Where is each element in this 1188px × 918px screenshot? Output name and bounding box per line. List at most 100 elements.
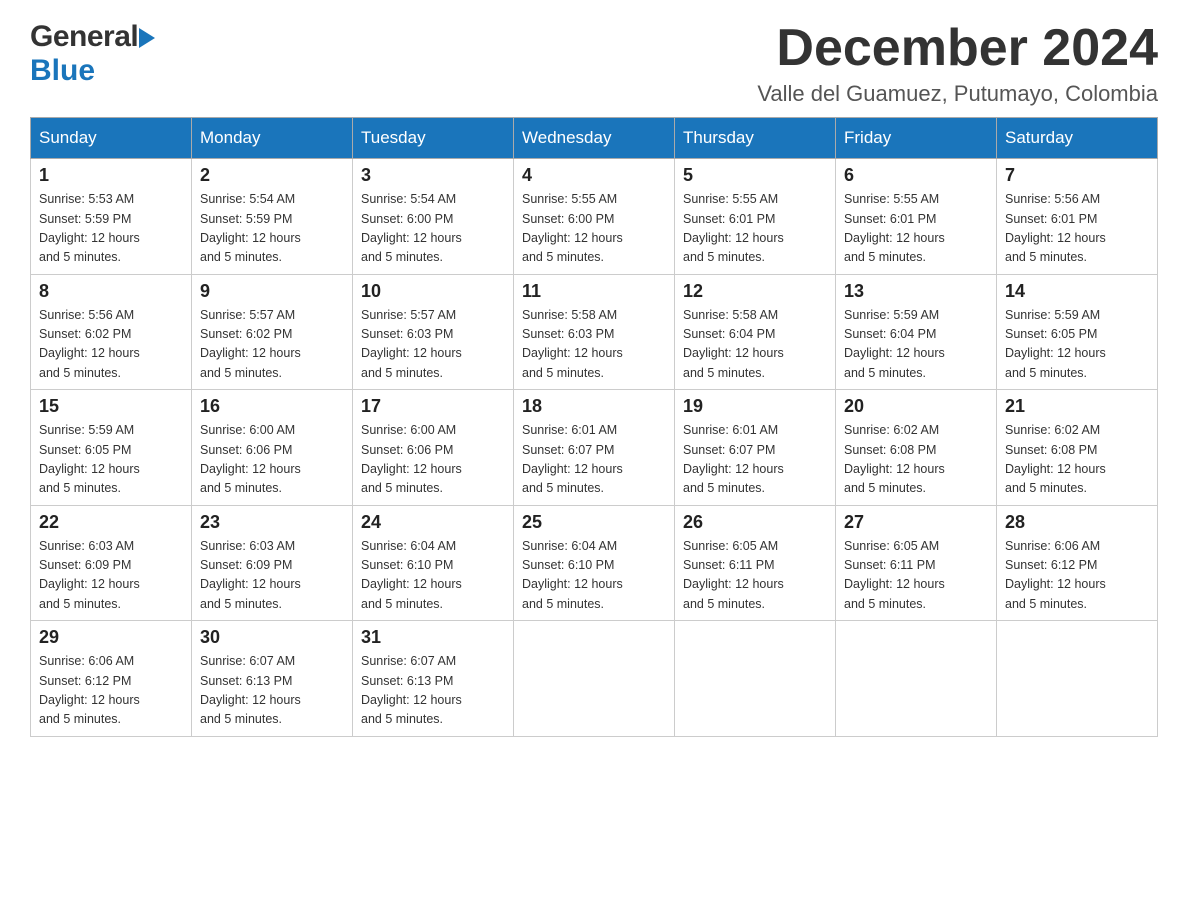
day-number: 24 — [361, 512, 505, 533]
day-info: Sunrise: 5:58 AMSunset: 6:04 PMDaylight:… — [683, 306, 827, 384]
day-number: 14 — [1005, 281, 1149, 302]
calendar-cell: 6 Sunrise: 5:55 AMSunset: 6:01 PMDaylight… — [836, 159, 997, 275]
day-number: 6 — [844, 165, 988, 186]
day-number: 18 — [522, 396, 666, 417]
day-number: 23 — [200, 512, 344, 533]
day-number: 15 — [39, 396, 183, 417]
day-info: Sunrise: 6:01 AMSunset: 6:07 PMDaylight:… — [683, 421, 827, 499]
calendar-cell: 10Sunrise: 5:57 AMSunset: 6:03 PMDayligh… — [353, 274, 514, 390]
day-info: Sunrise: 5:57 AMSunset: 6:03 PMDaylight:… — [361, 306, 505, 384]
day-info: Sunrise: 6:04 AMSunset: 6:10 PMDaylight:… — [361, 537, 505, 615]
day-info: Sunrise: 6:05 AMSunset: 6:11 PMDaylight:… — [844, 537, 988, 615]
weekday-header-monday: Monday — [192, 118, 353, 159]
page-header: General Blue December 2024 Valle del Gua… — [30, 20, 1158, 107]
calendar-cell: 13 Sunrise: 5:59 AMSunset: 6:04 PMDayligh… — [836, 274, 997, 390]
day-info: Sunrise: 6:06 AMSunset: 6:12 PMDaylight:… — [39, 652, 183, 730]
day-number: 28 — [1005, 512, 1149, 533]
day-number: 26 — [683, 512, 827, 533]
day-info: Sunrise: 6:04 AMSunset: 6:10 PMDaylight:… — [522, 537, 666, 615]
day-info: Sunrise: 5:58 AMSunset: 6:03 PMDaylight:… — [522, 306, 666, 384]
day-info: Sunrise: 6:00 AMSunset: 6:06 PMDaylight:… — [361, 421, 505, 499]
day-info: Sunrise: 5:59 AMSunset: 6:04 PMDaylight:… — [844, 306, 988, 384]
day-info: Sunrise: 6:06 AMSunset: 6:12 PMDaylight:… — [1005, 537, 1149, 615]
day-info: Sunrise: 6:00 AMSunset: 6:06 PMDaylight:… — [200, 421, 344, 499]
calendar-cell — [997, 621, 1158, 737]
weekday-header-sunday: Sunday — [31, 118, 192, 159]
day-info: Sunrise: 5:57 AMSunset: 6:02 PMDaylight:… — [200, 306, 344, 384]
calendar-cell: 26 Sunrise: 6:05 AMSunset: 6:11 PMDayligh… — [675, 505, 836, 621]
calendar-table: SundayMondayTuesdayWednesdayThursdayFrid… — [30, 117, 1158, 737]
day-number: 27 — [844, 512, 988, 533]
day-info: Sunrise: 6:07 AMSunset: 6:13 PMDaylight:… — [200, 652, 344, 730]
day-number: 1 — [39, 165, 183, 186]
logo-general-text: General — [30, 20, 138, 54]
day-info: Sunrise: 5:56 AMSunset: 6:02 PMDaylight:… — [39, 306, 183, 384]
day-number: 3 — [361, 165, 505, 186]
day-number: 20 — [844, 396, 988, 417]
calendar-cell — [836, 621, 997, 737]
day-number: 9 — [200, 281, 344, 302]
day-info: Sunrise: 5:54 AMSunset: 6:00 PMDaylight:… — [361, 190, 505, 268]
title-section: December 2024 Valle del Guamuez, Putumay… — [757, 20, 1158, 107]
day-info: Sunrise: 6:02 AMSunset: 6:08 PMDaylight:… — [844, 421, 988, 499]
weekday-header-friday: Friday — [836, 118, 997, 159]
day-number: 8 — [39, 281, 183, 302]
calendar-cell: 12Sunrise: 5:58 AMSunset: 6:04 PMDayligh… — [675, 274, 836, 390]
day-info: Sunrise: 6:07 AMSunset: 6:13 PMDaylight:… — [361, 652, 505, 730]
calendar-header-row: SundayMondayTuesdayWednesdayThursdayFrid… — [31, 118, 1158, 159]
calendar-cell: 5 Sunrise: 5:55 AMSunset: 6:01 PMDaylight… — [675, 159, 836, 275]
day-number: 29 — [39, 627, 183, 648]
calendar-cell: 25 Sunrise: 6:04 AMSunset: 6:10 PMDayligh… — [514, 505, 675, 621]
day-info: Sunrise: 5:55 AMSunset: 6:01 PMDaylight:… — [683, 190, 827, 268]
calendar-cell: 4Sunrise: 5:55 AMSunset: 6:00 PMDaylight… — [514, 159, 675, 275]
day-number: 25 — [522, 512, 666, 533]
day-number: 7 — [1005, 165, 1149, 186]
day-number: 19 — [683, 396, 827, 417]
calendar-cell: 22Sunrise: 6:03 AMSunset: 6:09 PMDayligh… — [31, 505, 192, 621]
calendar-cell: 9 Sunrise: 5:57 AMSunset: 6:02 PMDaylight… — [192, 274, 353, 390]
month-title: December 2024 — [757, 20, 1158, 77]
location-title: Valle del Guamuez, Putumayo, Colombia — [757, 81, 1158, 107]
calendar-cell: 31 Sunrise: 6:07 AMSunset: 6:13 PMDayligh… — [353, 621, 514, 737]
calendar-cell: 15 Sunrise: 5:59 AMSunset: 6:05 PMDayligh… — [31, 390, 192, 506]
day-number: 5 — [683, 165, 827, 186]
weekday-header-tuesday: Tuesday — [353, 118, 514, 159]
calendar-cell: 19 Sunrise: 6:01 AMSunset: 6:07 PMDayligh… — [675, 390, 836, 506]
day-info: Sunrise: 6:02 AMSunset: 6:08 PMDaylight:… — [1005, 421, 1149, 499]
calendar-cell: 14Sunrise: 5:59 AMSunset: 6:05 PMDayligh… — [997, 274, 1158, 390]
calendar-cell: 29 Sunrise: 6:06 AMSunset: 6:12 PMDayligh… — [31, 621, 192, 737]
day-number: 16 — [200, 396, 344, 417]
day-info: Sunrise: 6:03 AMSunset: 6:09 PMDaylight:… — [39, 537, 183, 615]
weekday-header-wednesday: Wednesday — [514, 118, 675, 159]
calendar-cell: 7Sunrise: 5:56 AMSunset: 6:01 PMDaylight… — [997, 159, 1158, 275]
logo-arrow-icon — [139, 28, 155, 48]
calendar-week-row: 15 Sunrise: 5:59 AMSunset: 6:05 PMDayligh… — [31, 390, 1158, 506]
day-number: 30 — [200, 627, 344, 648]
calendar-week-row: 8 Sunrise: 5:56 AMSunset: 6:02 PMDaylight… — [31, 274, 1158, 390]
calendar-cell: 28 Sunrise: 6:06 AMSunset: 6:12 PMDayligh… — [997, 505, 1158, 621]
calendar-cell: 3 Sunrise: 5:54 AMSunset: 6:00 PMDaylight… — [353, 159, 514, 275]
calendar-cell: 1Sunrise: 5:53 AMSunset: 5:59 PMDaylight… — [31, 159, 192, 275]
calendar-week-row: 22Sunrise: 6:03 AMSunset: 6:09 PMDayligh… — [31, 505, 1158, 621]
day-info: Sunrise: 5:55 AMSunset: 6:01 PMDaylight:… — [844, 190, 988, 268]
calendar-cell: 11 Sunrise: 5:58 AMSunset: 6:03 PMDayligh… — [514, 274, 675, 390]
calendar-week-row: 29 Sunrise: 6:06 AMSunset: 6:12 PMDayligh… — [31, 621, 1158, 737]
calendar-week-row: 1Sunrise: 5:53 AMSunset: 5:59 PMDaylight… — [31, 159, 1158, 275]
weekday-header-thursday: Thursday — [675, 118, 836, 159]
day-number: 11 — [522, 281, 666, 302]
calendar-cell: 24 Sunrise: 6:04 AMSunset: 6:10 PMDayligh… — [353, 505, 514, 621]
weekday-header-saturday: Saturday — [997, 118, 1158, 159]
day-number: 17 — [361, 396, 505, 417]
day-info: Sunrise: 6:03 AMSunset: 6:09 PMDaylight:… — [200, 537, 344, 615]
calendar-cell: 21 Sunrise: 6:02 AMSunset: 6:08 PMDayligh… — [997, 390, 1158, 506]
day-info: Sunrise: 6:05 AMSunset: 6:11 PMDaylight:… — [683, 537, 827, 615]
logo: General Blue — [30, 20, 155, 88]
day-number: 21 — [1005, 396, 1149, 417]
day-number: 31 — [361, 627, 505, 648]
calendar-cell: 20 Sunrise: 6:02 AMSunset: 6:08 PMDayligh… — [836, 390, 997, 506]
day-number: 13 — [844, 281, 988, 302]
calendar-cell — [675, 621, 836, 737]
day-info: Sunrise: 5:59 AMSunset: 6:05 PMDaylight:… — [39, 421, 183, 499]
calendar-cell: 16 Sunrise: 6:00 AMSunset: 6:06 PMDayligh… — [192, 390, 353, 506]
calendar-cell: 2Sunrise: 5:54 AMSunset: 5:59 PMDaylight… — [192, 159, 353, 275]
